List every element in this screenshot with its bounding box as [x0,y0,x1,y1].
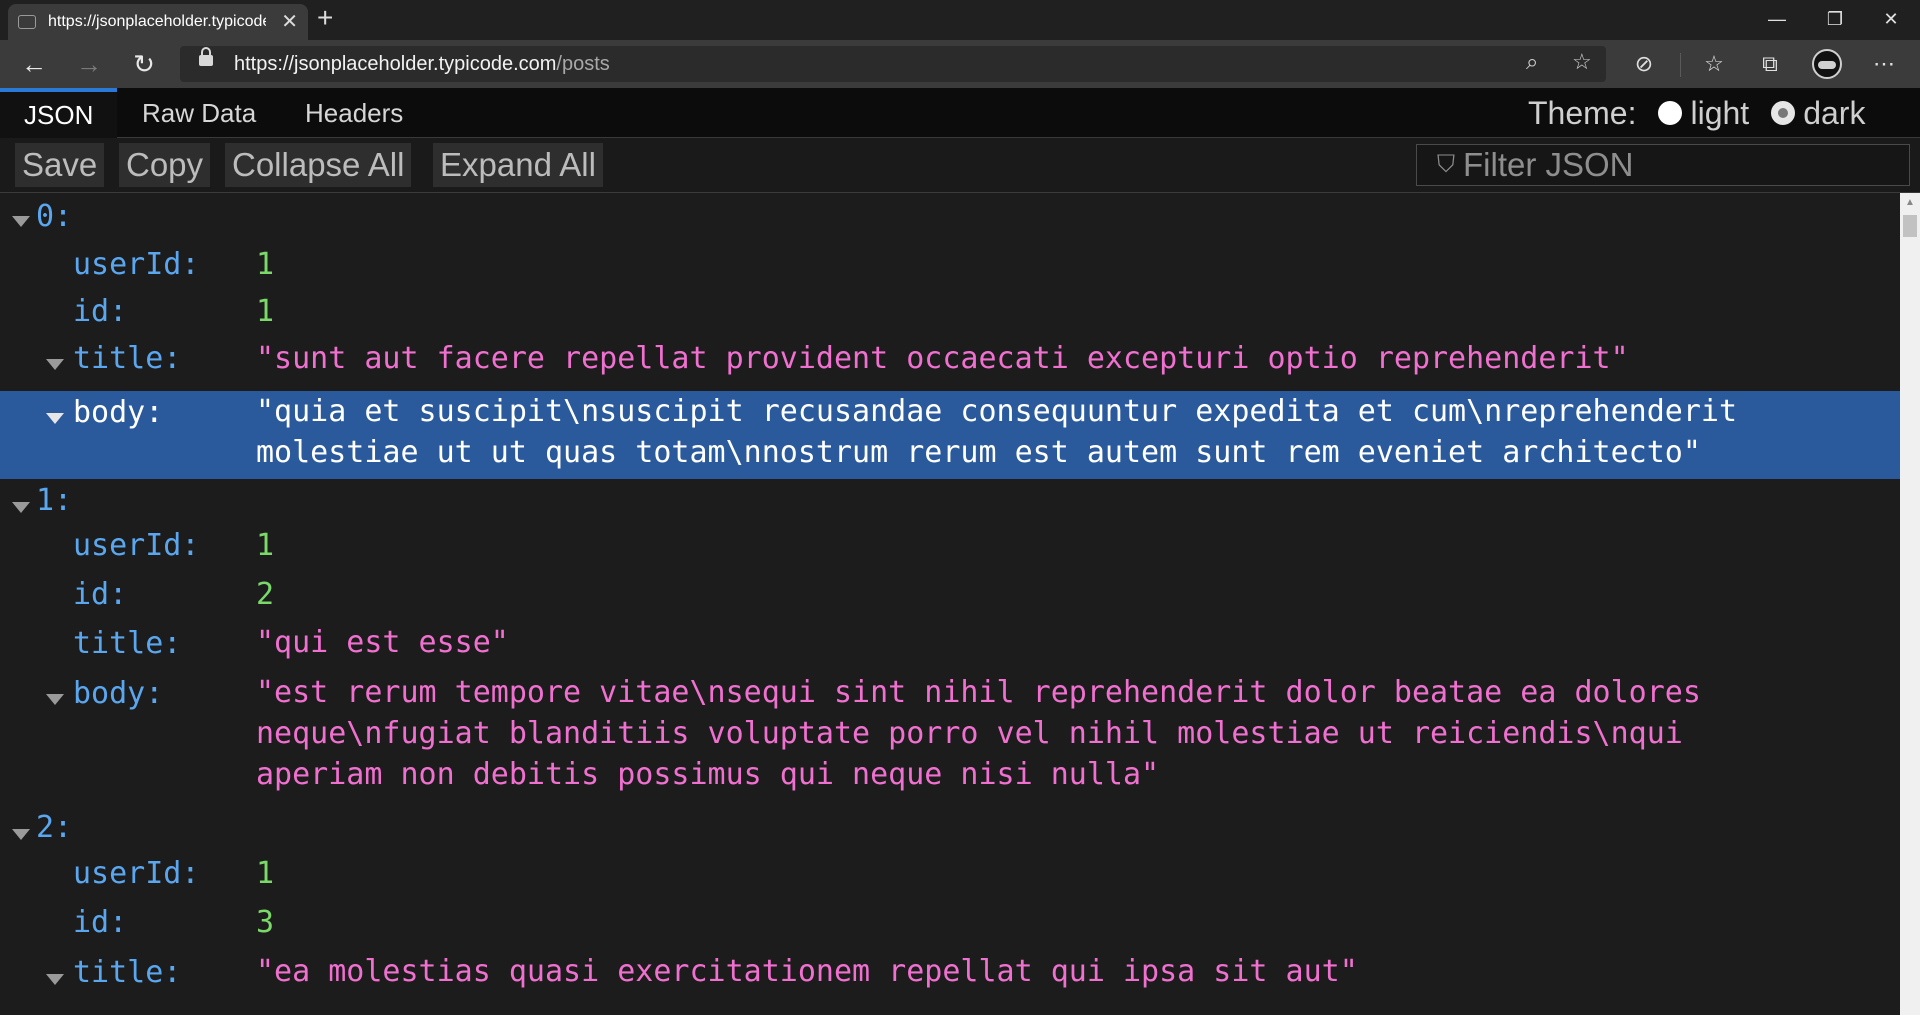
star-icon[interactable]: ☆ [1572,49,1592,75]
forward-button[interactable]: → [71,46,107,82]
tree-row-index[interactable]: 2: [0,807,1900,853]
tab-title: https://jsonplaceholder.typicode.com/pos… [48,13,266,30]
collections-icon[interactable]: ⧉ [1752,46,1788,82]
json-string: aperiam non debitis possimus qui neque n… [256,757,1160,792]
scroll-thumb[interactable] [1903,215,1917,237]
json-number: 2 [256,577,275,612]
json-key: userId: [73,856,200,891]
tree-row[interactable]: body: "est rerum tempore vitae\nsequi si… [0,674,1900,804]
close-window-button[interactable]: ✕ [1862,0,1920,38]
tree-row[interactable]: userId: 1 [0,854,1900,904]
collapse-arrow-icon[interactable] [12,216,30,227]
theme-dark-radio[interactable] [1771,101,1796,125]
theme-light-radio[interactable] [1658,101,1683,125]
tree-row[interactable]: title: "sunt aut facere repellat provide… [0,339,1900,385]
json-key: body: [73,676,164,711]
json-string: "est rerum tempore vitae\nsequi sint nih… [256,675,1701,710]
json-tree: 0: userId: 1 id: 1 title: "sunt aut face… [0,193,1900,1015]
json-key: id: [73,577,128,612]
array-index: 2: [36,810,73,845]
avatar[interactable] [1812,49,1842,79]
close-tab-icon[interactable]: ✕ [281,12,298,32]
scroll-up-arrow-icon[interactable]: ▲ [1900,193,1920,213]
refresh-button[interactable]: ↻ [126,46,162,82]
more-icon[interactable]: ⋯ [1866,46,1902,82]
arrow-right-icon: → [76,48,102,79]
json-string: "qui est esse" [256,625,509,660]
tree-row-selected[interactable]: body: "quia et suscipit\nsuscipit recusa… [0,391,1900,479]
save-button[interactable]: Save [15,143,105,187]
vertical-scrollbar[interactable]: ▲ [1900,193,1920,1015]
favicon-icon [18,15,36,29]
tree-row[interactable]: id: 1 [0,289,1900,339]
zoom-icon[interactable]: ⌕ [1526,49,1538,75]
theme-label: Theme: [1528,94,1637,131]
json-key: title: [73,626,182,661]
arrow-left-icon: ← [21,48,47,79]
collapse-arrow-icon[interactable] [12,829,30,840]
filter-json-input[interactable] [1461,145,1905,185]
json-number: 1 [256,528,275,563]
filter-json-field[interactable]: ⛉ [1416,144,1910,186]
json-string: "ea molestias quasi exercitationem repel… [256,954,1358,989]
new-tab-button[interactable]: + [317,2,333,34]
url-text[interactable]: https://jsonplaceholder.typicode.com/pos… [234,53,610,76]
json-string: "quia et suscipit\nsuscipit recusandae c… [256,394,1738,429]
json-key: id: [73,294,128,329]
tree-row[interactable]: title: "ea molestias quasi exercitatione… [0,952,1900,1002]
json-string: neque\nfugiat blanditiis voluptate porro… [256,716,1683,751]
filter-icon: ⛉ [1437,151,1455,178]
json-number: 1 [256,294,275,329]
tab-json[interactable]: JSON [0,88,118,138]
viewer-tab-bar: JSON Raw Data Headers Theme: light dark [0,88,1920,138]
tree-row-index[interactable]: 0: [0,193,1900,239]
address-bar[interactable]: https://jsonplaceholder.typicode.com/pos… [180,46,1606,82]
collapse-arrow-icon[interactable] [46,413,64,424]
back-button[interactable]: ← [16,46,52,82]
extension-icon[interactable]: ⊘ [1626,46,1662,82]
json-toolbar: Save Copy Collapse All Expand All ⛉ [0,138,1920,193]
json-key: id: [73,905,128,940]
json-key: userId: [73,528,200,563]
collapse-arrow-icon[interactable] [12,502,30,513]
array-index: 0: [36,199,73,234]
browser-title-bar: https://jsonplaceholder.typicode.com/pos… [0,0,1920,40]
json-number: 3 [256,905,275,940]
refresh-icon: ↻ [133,48,155,79]
tab-raw-data[interactable]: Raw Data [142,88,256,138]
array-index: 1: [36,483,73,518]
collapse-arrow-icon[interactable] [46,974,64,985]
collapse-all-button[interactable]: Collapse All [225,143,412,187]
tab-headers[interactable]: Headers [305,88,403,138]
json-key: title: [73,955,182,990]
json-key: userId: [73,247,200,282]
lock-icon[interactable] [199,47,213,66]
tree-row[interactable]: id: 3 [0,903,1900,953]
theme-dark-label[interactable]: dark [1803,95,1865,132]
copy-button[interactable]: Copy [119,143,211,187]
favorites-list-icon[interactable]: ☆ [1696,46,1732,82]
toolbar-divider [1680,53,1681,77]
minimize-button[interactable]: ― [1748,0,1806,38]
theme-switcher: Theme: light dark [1528,88,1865,138]
json-string: "sunt aut facere repellat provident occa… [256,341,1629,376]
expand-all-button[interactable]: Expand All [433,143,603,187]
tree-row[interactable]: id: 2 [0,576,1900,626]
json-key: body: [73,395,164,430]
json-number: 1 [256,856,275,891]
restore-button[interactable]: ❐ [1806,0,1864,38]
tree-row[interactable]: userId: 1 [0,527,1900,577]
tree-row-index[interactable]: 1: [0,481,1900,527]
json-key: title: [73,341,182,376]
collapse-arrow-icon[interactable] [46,694,64,705]
tree-row[interactable]: userId: 1 [0,239,1900,289]
theme-light-label[interactable]: light [1690,95,1749,132]
json-string: molestiae ut ut quas totam\nnostrum reru… [256,435,1701,470]
collapse-arrow-icon[interactable] [46,359,64,370]
browser-toolbar: ← → ↻ https://jsonplaceholder.typicode.c… [0,40,1920,88]
json-number: 1 [256,247,275,282]
browser-tab[interactable]: https://jsonplaceholder.typicode.com/pos… [8,4,308,40]
tree-row[interactable]: title: "qui est esse" [0,625,1900,673]
